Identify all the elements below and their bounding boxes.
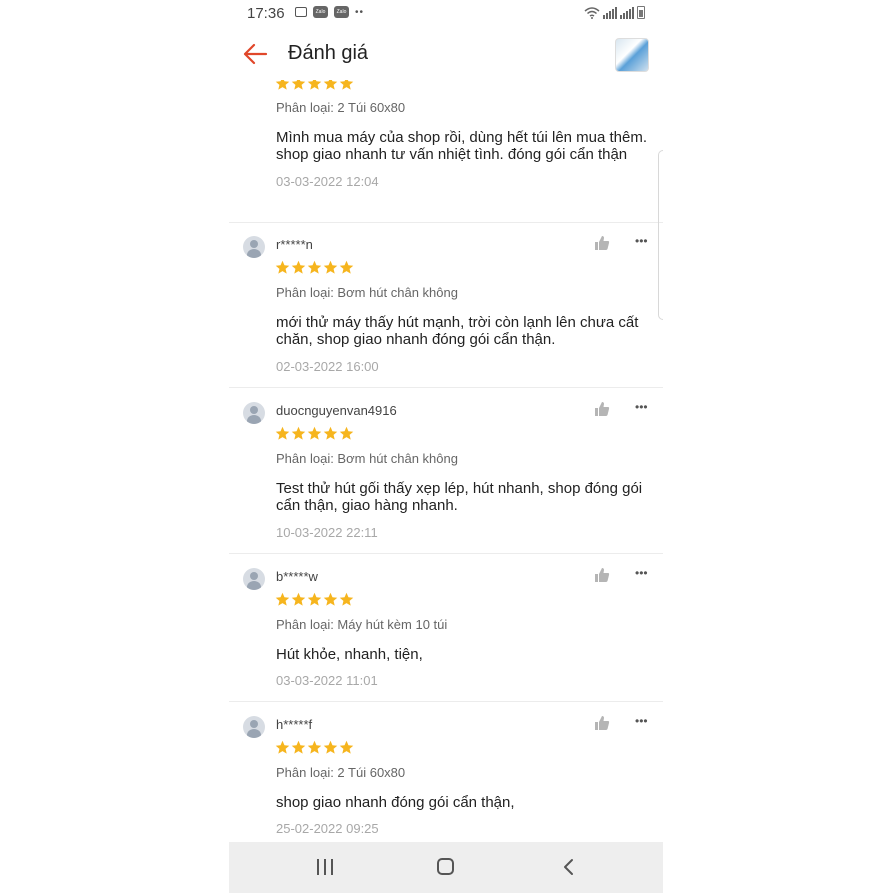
star-rating	[275, 80, 354, 91]
star-icon	[291, 592, 306, 606]
star-rating	[275, 592, 354, 607]
review-date: 10-03-2022 22:11	[276, 525, 378, 540]
nav-back-icon[interactable]	[559, 857, 579, 877]
zalo-notification-icon: Zalo	[313, 6, 328, 18]
signal-icon-2	[620, 7, 634, 19]
review-item: b*****w ••• Phân loại: Máy hút kèm 10 tú…	[229, 554, 663, 702]
more-options-icon[interactable]: •••	[635, 400, 648, 414]
review-content: Mình mua máy của shop rồi, dùng hết túi …	[276, 129, 648, 163]
star-icon	[307, 426, 322, 440]
recent-apps-icon[interactable]	[317, 859, 333, 875]
zalo-notification-icon-2: Zalo	[334, 6, 349, 18]
wifi-icon	[584, 7, 600, 19]
review-item: h*****f ••• Phân loại: 2 Túi 60x80 shop …	[229, 702, 663, 842]
star-icon	[291, 426, 306, 440]
star-icon	[323, 260, 338, 274]
review-username: duocnguyenvan4916	[276, 403, 397, 418]
avatar	[243, 568, 265, 590]
signal-icon-1	[603, 7, 617, 19]
star-icon	[291, 740, 306, 754]
review-username: b*****w	[276, 569, 318, 584]
review-content-line: chăn, shop giao nhanh đóng gói cẩn thận.	[276, 331, 556, 348]
review-content-line: mới thử máy thấy hút mạnh, trời còn lạnh…	[276, 314, 639, 331]
star-icon	[275, 426, 290, 440]
star-icon	[339, 260, 354, 274]
review-item: duocnguyenvan4916 ••• Phân loại: Bơm hút…	[229, 388, 663, 554]
star-icon	[275, 80, 290, 90]
review-content-line: cẩn thận, giao hàng nhanh.	[276, 497, 458, 514]
review-content-line: Mình mua máy của shop rồi, dùng hết túi …	[276, 129, 648, 146]
back-arrow-icon[interactable]	[241, 40, 269, 68]
star-rating	[275, 426, 354, 441]
app-header: Đánh giá	[229, 30, 663, 80]
star-icon	[323, 592, 338, 606]
more-options-icon[interactable]: •••	[635, 566, 648, 580]
review-item: Phân loại: 2 Túi 60x80 Mình mua máy của …	[229, 80, 663, 223]
star-rating	[275, 740, 354, 755]
star-icon	[307, 592, 322, 606]
star-icon	[323, 80, 338, 90]
home-icon[interactable]	[437, 858, 454, 875]
review-date: 02-03-2022 16:00	[276, 359, 379, 374]
review-date: 03-03-2022 11:01	[276, 673, 378, 688]
thumbs-up-icon[interactable]	[594, 401, 610, 417]
star-icon	[275, 740, 290, 754]
more-options-icon[interactable]: •••	[635, 234, 648, 248]
more-options-icon[interactable]: •••	[635, 714, 648, 728]
system-status-icons	[584, 6, 645, 19]
review-content-line: shop giao nhanh đóng gói cẩn thận,	[276, 794, 515, 811]
thumbs-up-icon[interactable]	[594, 567, 610, 583]
review-content: shop giao nhanh đóng gói cẩn thận,	[276, 794, 648, 811]
review-content-line: Hút khỏe, nhanh, tiện,	[276, 646, 423, 663]
star-icon	[275, 260, 290, 274]
review-content-line: shop giao nhanh tư vấn nhiệt tình. đóng …	[276, 146, 628, 163]
star-icon	[339, 426, 354, 440]
review-variant: Phân loại: 2 Túi 60x80	[276, 765, 406, 780]
avatar	[243, 402, 265, 424]
edge-panel-handle[interactable]	[658, 150, 663, 320]
product-thumbnail[interactable]	[615, 38, 649, 72]
reviews-list[interactable]: Phân loại: 2 Túi 60x80 Mình mua máy của …	[229, 80, 663, 842]
star-icon	[307, 740, 322, 754]
star-icon	[291, 80, 306, 90]
review-content: Hút khỏe, nhanh, tiện,	[276, 646, 648, 663]
system-navigation-bar	[229, 842, 663, 893]
notification-icons: Zalo Zalo ••	[295, 6, 364, 18]
avatar	[243, 716, 265, 738]
phone-screen: 17:36 Zalo Zalo •• Đánh giá Phân loại: 2…	[229, 0, 663, 893]
review-variant: Phân loại: 2 Túi 60x80	[276, 100, 406, 115]
review-item: r*****n ••• Phân loại: Bơm hút chân khôn…	[229, 222, 663, 388]
review-date: 25-02-2022 09:25	[276, 821, 379, 836]
star-icon	[323, 426, 338, 440]
star-icon	[323, 740, 338, 754]
review-username: r*****n	[276, 237, 313, 252]
thumbs-up-icon[interactable]	[594, 235, 610, 251]
review-content: mới thử máy thấy hút mạnh, trời còn lạnh…	[276, 314, 648, 348]
review-content-line: Test thử hút gối thấy xẹp lép, hút nhanh…	[276, 480, 643, 497]
more-notifications-icon: ••	[355, 6, 365, 18]
star-icon	[339, 740, 354, 754]
star-icon	[339, 80, 354, 90]
page-title: Đánh giá	[288, 42, 369, 64]
battery-icon	[637, 6, 645, 19]
review-date: 03-03-2022 12:04	[276, 174, 379, 189]
review-username: h*****f	[276, 717, 313, 732]
avatar	[243, 236, 265, 258]
status-bar: 17:36 Zalo Zalo ••	[229, 0, 663, 28]
status-time: 17:36	[247, 5, 285, 22]
star-icon	[339, 592, 354, 606]
star-rating	[275, 260, 354, 275]
star-icon	[275, 592, 290, 606]
star-icon	[307, 80, 322, 90]
review-content: Test thử hút gối thấy xẹp lép, hút nhanh…	[276, 480, 648, 514]
review-variant: Phân loại: Bơm hút chân không	[276, 451, 458, 466]
star-icon	[307, 260, 322, 274]
review-variant: Phân loại: Máy hút kèm 10 túi	[276, 617, 448, 632]
star-icon	[291, 260, 306, 274]
review-variant: Phân loại: Bơm hút chân không	[276, 285, 458, 300]
gallery-notification-icon	[295, 7, 307, 17]
thumbs-up-icon[interactable]	[594, 715, 610, 731]
